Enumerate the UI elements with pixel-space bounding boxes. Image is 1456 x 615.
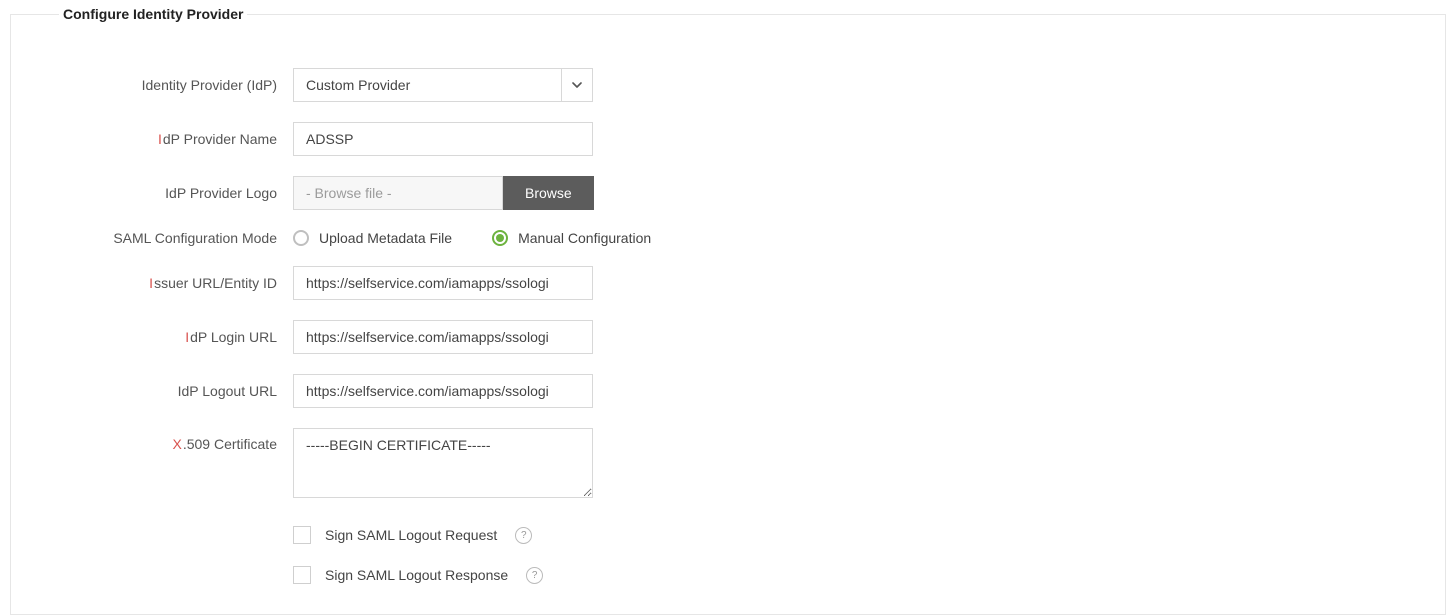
required-mark: X (172, 436, 181, 452)
page-wrapper: Configure Identity Provider Identity Pro… (0, 0, 1456, 560)
logout-url-input[interactable] (293, 374, 593, 408)
radio-manual-label: Manual Configuration (518, 230, 651, 246)
label-idp: Identity Provider (IdP) (31, 77, 293, 93)
required-mark: I (158, 131, 162, 147)
row-sign-logout-request: Sign SAML Logout Request ? (293, 526, 1425, 544)
row-idp-select: Identity Provider (IdP) Custom Provider (31, 68, 1425, 102)
help-icon[interactable]: ? (515, 527, 532, 544)
issuer-url-input[interactable] (293, 266, 593, 300)
label-saml-mode: SAML Configuration Mode (31, 230, 293, 246)
login-url-input[interactable] (293, 320, 593, 354)
row-sign-logout-response: Sign SAML Logout Response ? (293, 566, 1425, 584)
chevron-down-icon (572, 80, 582, 90)
radio-manual-config[interactable]: Manual Configuration (492, 230, 651, 246)
required-mark: I (149, 275, 153, 291)
idp-select[interactable]: Custom Provider (293, 68, 593, 102)
row-provider-logo: IdP Provider Logo - Browse file - Browse (31, 176, 1425, 210)
checkbox-sign-logout-response[interactable] (293, 566, 311, 584)
label-sign-logout-request: Sign SAML Logout Request (325, 527, 497, 543)
row-saml-mode: SAML Configuration Mode Upload Metadata … (31, 230, 1425, 246)
provider-name-input[interactable] (293, 122, 593, 156)
help-icon[interactable]: ? (526, 567, 543, 584)
saml-mode-radio-group: Upload Metadata File Manual Configuratio… (293, 230, 651, 246)
checkbox-sign-logout-request[interactable] (293, 526, 311, 544)
browse-button[interactable]: Browse (503, 176, 594, 210)
row-login-url: IdP Login URL (31, 320, 1425, 354)
radio-circle-icon (492, 230, 508, 246)
logo-file-display: - Browse file - (293, 176, 503, 210)
certificate-textarea[interactable] (293, 428, 593, 498)
required-mark: I (185, 329, 189, 345)
radio-upload-label: Upload Metadata File (319, 230, 452, 246)
row-provider-name: IdP Provider Name (31, 122, 1425, 156)
label-provider-logo: IdP Provider Logo (31, 185, 293, 201)
section-title: Configure Identity Provider (59, 6, 247, 22)
label-certificate: X.509 Certificate (31, 428, 293, 452)
label-provider-name: IdP Provider Name (31, 131, 293, 147)
row-issuer-url: Issuer URL/Entity ID (31, 266, 1425, 300)
idp-select-value: Custom Provider (294, 77, 561, 93)
idp-select-toggle[interactable] (561, 69, 592, 101)
label-sign-logout-response: Sign SAML Logout Response (325, 567, 508, 583)
radio-circle-icon (293, 230, 309, 246)
configure-idp-fieldset: Configure Identity Provider Identity Pro… (10, 6, 1446, 615)
label-logout-url: IdP Logout URL (31, 383, 293, 399)
radio-upload-metadata[interactable]: Upload Metadata File (293, 230, 452, 246)
label-issuer-url: Issuer URL/Entity ID (31, 275, 293, 291)
label-login-url: IdP Login URL (31, 329, 293, 345)
row-logout-url: IdP Logout URL (31, 374, 1425, 408)
row-certificate: X.509 Certificate (31, 428, 1425, 498)
